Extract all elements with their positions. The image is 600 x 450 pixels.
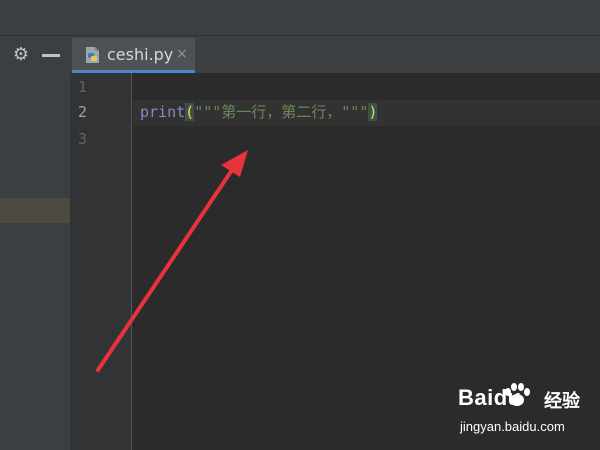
line-number: 1 [78, 78, 88, 96]
code-open-paren: ( [185, 103, 195, 121]
paw-icon [505, 383, 530, 406]
close-icon[interactable]: × [176, 46, 188, 62]
watermark-product: 经验 [544, 391, 580, 412]
gear-icon[interactable]: ⚙ [10, 44, 32, 66]
code-line[interactable]: print("""第一行，第二行，""") [140, 102, 378, 122]
minus-icon[interactable] [42, 54, 60, 57]
tab-label: ceshi.py [107, 45, 174, 64]
project-panel [0, 73, 71, 450]
code-string: """第一行，第二行，""" [194, 103, 369, 121]
editor-tab-ceshi[interactable]: ceshi.py × [72, 38, 195, 73]
watermark-url: jingyan.baidu.com [460, 419, 565, 434]
code-keyword: print [140, 103, 186, 121]
title-bar [0, 0, 600, 36]
line-number: 3 [78, 130, 88, 148]
line-number-current: 2 [78, 103, 88, 121]
project-selected-row[interactable] [0, 198, 70, 223]
python-file-icon [86, 47, 99, 63]
code-close-paren: ) [368, 103, 378, 121]
